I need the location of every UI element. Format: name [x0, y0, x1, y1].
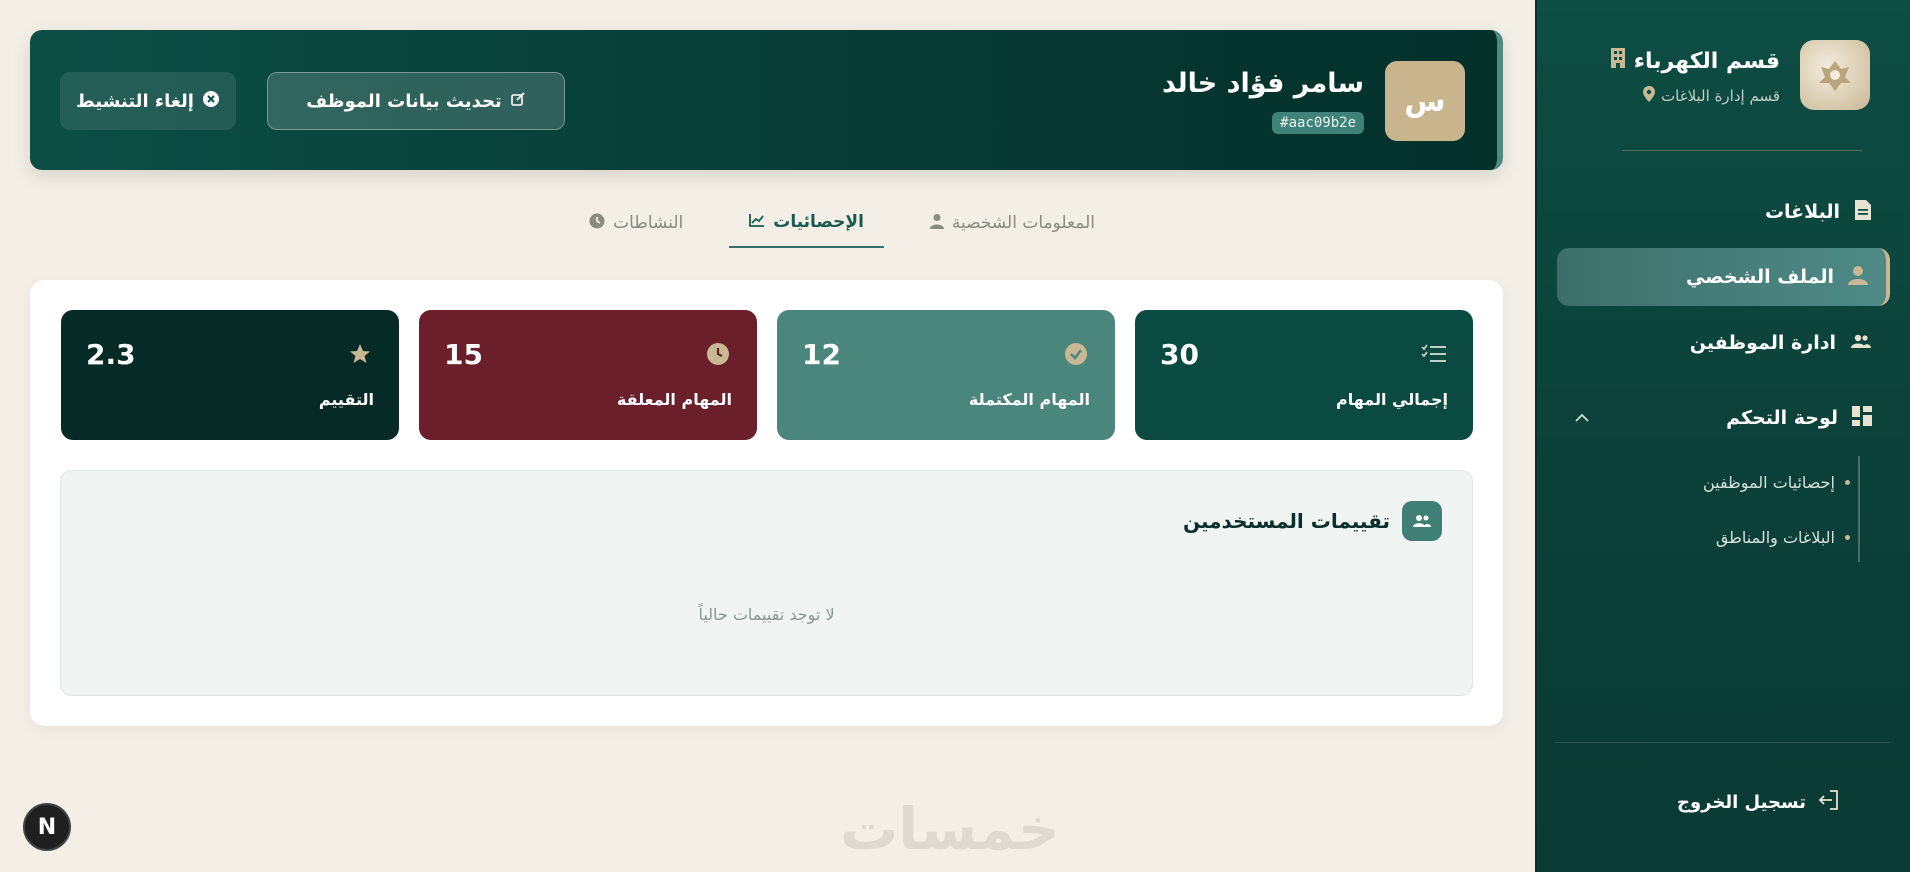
sidebar-item-label: ادارة الموظفين — [1689, 332, 1836, 354]
employee-id-badge: #aac09b2e — [1272, 112, 1364, 134]
sidebar-item-label: البلاغات — [1764, 201, 1840, 223]
update-employee-button[interactable]: تحديث بيانات الموظف — [267, 72, 565, 130]
sidebar-item-label: الملف الشخصي — [1685, 266, 1834, 288]
bullet-dot — [1845, 535, 1850, 540]
employee-name: سامر فؤاد خالد — [1161, 68, 1364, 99]
statistics-panel: 30 إجمالي المهام 12 المهام المكتملة 15 ا… — [30, 280, 1503, 726]
deactivate-button-label: إلغاء التنشيط — [76, 90, 194, 112]
tab-personal-info[interactable]: المعلومات الشخصية — [910, 212, 1115, 248]
stat-card-total-tasks: 30 إجمالي المهام — [1135, 310, 1473, 440]
sidebar-subitem-employee-stats[interactable]: إحصائيات الموظفين — [1703, 473, 1850, 492]
ratings-title: تقييمات المستخدمين — [1182, 509, 1390, 533]
stat-label: التقييم — [318, 390, 374, 409]
logout-icon — [1818, 790, 1840, 815]
sidebar-item-label: لوحة التحكم — [1726, 407, 1838, 429]
ratings-header: تقييمات المستخدمين — [1183, 501, 1442, 541]
chevron-up-icon[interactable] — [1575, 407, 1589, 428]
department-subtitle-text: قسم إدارة البلاغات — [1661, 87, 1780, 105]
tab-activities[interactable]: النشاطات — [569, 212, 703, 248]
document-icon — [1854, 199, 1872, 226]
clock-icon — [704, 340, 732, 368]
stat-value: 15 — [444, 338, 483, 371]
tab-label: الإحصائيات — [773, 212, 864, 232]
submenu-rail — [1858, 456, 1860, 562]
stat-label: المهام المكتملة — [968, 390, 1090, 409]
main-content: س سامر فؤاد خالد #aac09b2e تحديث بيانات … — [0, 0, 1535, 872]
stat-value: 2.3 — [86, 338, 136, 371]
bullet-dot — [1845, 480, 1850, 485]
sidebar: قسم الكهرباء قسم إدارة البلاغات البلاغات… — [1535, 0, 1910, 872]
department-logo — [1800, 40, 1870, 110]
user-ratings-section: تقييمات المستخدمين لا توجد تقييمات حاليا… — [60, 470, 1473, 696]
building-icon — [1610, 47, 1626, 75]
sidebar-bottom-divider — [1555, 742, 1890, 743]
location-pin-icon — [1643, 86, 1656, 106]
tab-label: النشاطات — [613, 213, 684, 233]
sidebar-item-reports[interactable]: البلاغات — [1557, 183, 1890, 241]
edit-icon — [510, 91, 526, 112]
dashboard-icon — [1852, 405, 1872, 431]
user-icon — [929, 213, 944, 234]
n-badge-button[interactable]: N — [23, 803, 71, 851]
tab-statistics[interactable]: الإحصائيات — [729, 212, 884, 248]
department-subtitle: قسم إدارة البلاغات — [1643, 86, 1780, 106]
close-circle-icon — [202, 90, 220, 113]
sidebar-subitem-label: إحصائيات الموظفين — [1702, 473, 1835, 492]
stat-value: 12 — [802, 338, 841, 371]
sidebar-subitem-label: البلاغات والمناطق — [1715, 528, 1835, 547]
logout-label: تسجيل الخروج — [1677, 792, 1806, 813]
stat-card-completed-tasks: 12 المهام المكتملة — [777, 310, 1115, 440]
stat-card-rating: 2.3 التقييم — [61, 310, 399, 440]
logout-button[interactable]: تسجيل الخروج — [1677, 790, 1840, 815]
sidebar-item-dashboard[interactable]: لوحة التحكم — [1557, 389, 1890, 447]
employee-header-card: س سامر فؤاد خالد #aac09b2e تحديث بيانات … — [30, 30, 1503, 170]
star-icon — [346, 340, 374, 368]
list-check-icon — [1420, 340, 1448, 368]
watermark-logo: خمسات — [840, 795, 1060, 863]
check-circle-icon — [1062, 340, 1090, 368]
update-button-label: تحديث بيانات الموظف — [306, 90, 502, 112]
clock-icon — [589, 213, 605, 234]
users-icon — [1850, 332, 1872, 354]
ratings-empty-message: لا توجد تقييمات حالياً — [698, 605, 835, 624]
sidebar-subitem-reports-regions[interactable]: البلاغات والمناطق — [1716, 528, 1850, 547]
avatar: س — [1385, 61, 1465, 141]
deactivate-button[interactable]: إلغاء التنشيط — [60, 72, 236, 130]
stat-label: المهام المعلقة — [616, 390, 732, 409]
sidebar-divider — [1622, 150, 1862, 151]
users-icon — [1402, 501, 1442, 541]
stat-value: 30 — [1160, 338, 1199, 371]
department-title: قسم الكهرباء — [1610, 47, 1780, 75]
department-title-text: قسم الكهرباء — [1633, 48, 1780, 74]
sidebar-item-profile[interactable]: الملف الشخصي — [1557, 248, 1890, 306]
tab-label: المعلومات الشخصية — [951, 213, 1095, 233]
chart-icon — [749, 212, 765, 232]
stat-card-pending-tasks: 15 المهام المعلقة — [419, 310, 757, 440]
user-icon — [1848, 265, 1868, 290]
sidebar-item-employees[interactable]: ادارة الموظفين — [1557, 314, 1890, 372]
stat-label: إجمالي المهام — [1335, 390, 1448, 409]
profile-tabs: المعلومات الشخصية الإحصائيات النشاطات — [569, 212, 1115, 248]
